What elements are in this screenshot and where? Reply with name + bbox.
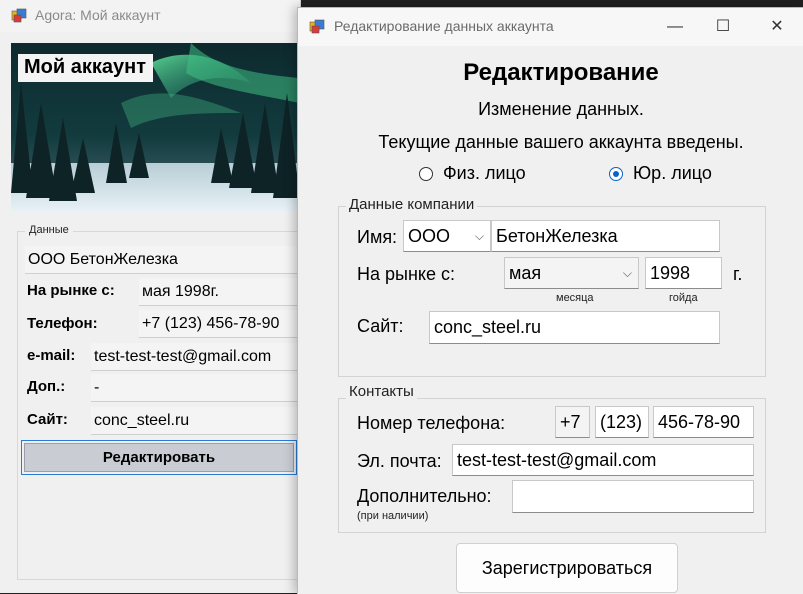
year-suffix: г.	[733, 264, 743, 284]
email-value: test-test-test@gmail.com	[91, 343, 300, 371]
phone-code-input[interactable]: (123)	[595, 406, 649, 438]
maximize-icon[interactable]: ☐	[700, 8, 746, 46]
chevron-down-icon: ⌵	[622, 266, 632, 280]
dialog-subtitle-1: Изменение данных.	[478, 99, 644, 119]
month-value: мая	[509, 263, 542, 283]
legal-entity-radio[interactable]	[609, 167, 623, 181]
legal-form-select[interactable]: ООО ⌵	[403, 220, 491, 252]
legal-form-value: ООО	[408, 226, 451, 246]
dialog-subtitle-2: Текущие данные вашего аккаунта введены.	[378, 132, 744, 152]
edit-account-dialog: Редактирование данных аккаунта — ☐ ✕ Ред…	[297, 7, 803, 594]
legal-entity-radio-label[interactable]: Юр. лицо	[633, 163, 712, 184]
dialog-heading: Редактирование	[463, 59, 659, 86]
email-label: Эл. почта:	[357, 451, 442, 471]
back-window-titlebar[interactable]: Agora: Мой аккаунт	[0, 0, 300, 32]
phone-value: +7 (123) 456-78-90	[139, 310, 300, 338]
phone-label: Номер телефона:	[357, 413, 506, 433]
individual-radio-label[interactable]: Физ. лицо	[443, 163, 526, 184]
company-name-input[interactable]: БетонЖелезка	[491, 220, 720, 252]
minimize-icon[interactable]: —	[652, 8, 698, 46]
dialog-titlebar[interactable]: Редактирование данных аккаунта — ☐ ✕	[298, 8, 803, 46]
site-label: Сайт:	[27, 411, 68, 428]
extra-info-hint: (при наличии)	[357, 510, 429, 522]
edit-button-label: Редактировать	[24, 443, 294, 472]
market-since-label: На рынке с:	[357, 264, 455, 284]
data-group-label: Данные	[25, 224, 73, 236]
month-caption: месяца	[556, 292, 594, 304]
company-name-value: ООО БетонЖелезка	[25, 246, 300, 274]
site-input[interactable]: conc_steel.ru	[429, 311, 720, 344]
site-value: conc_steel.ru	[91, 407, 300, 435]
month-select[interactable]: мая ⌵	[504, 257, 639, 289]
phone-label: Телефон:	[27, 315, 98, 332]
market-since-value: мая 1998г.	[139, 278, 300, 306]
market-since-label: На рынке с:	[27, 282, 115, 299]
chevron-down-icon: ⌵	[474, 229, 484, 243]
register-button[interactable]: Зарегистрироваться	[456, 543, 678, 593]
my-account-window: Agora: Мой аккаунт Мой аккаунт Данные ОО…	[0, 0, 301, 593]
contacts-group-title: Контакты	[346, 383, 417, 400]
extra-label: Доп.:	[27, 378, 66, 395]
year-input[interactable]: 1998	[645, 257, 722, 289]
company-group-title: Данные компании	[346, 196, 478, 213]
dialog-app-icon	[309, 19, 325, 35]
extra-value: -	[91, 374, 300, 402]
banner-title: Мой аккаунт	[18, 54, 153, 82]
individual-radio[interactable]	[419, 167, 433, 181]
site-label: Сайт:	[357, 316, 404, 336]
email-label: e-mail:	[27, 347, 76, 364]
edit-button[interactable]: Редактировать	[21, 440, 297, 475]
year-caption: гойда	[669, 292, 698, 304]
phone-country-input[interactable]: +7	[555, 406, 590, 438]
app-icon	[11, 8, 27, 24]
name-label: Имя:	[357, 227, 398, 247]
email-input[interactable]: test-test-test@gmail.com	[452, 444, 754, 476]
back-window-title: Agora: Мой аккаунт	[35, 7, 161, 23]
close-icon[interactable]: ✕	[754, 8, 800, 46]
extra-info-label: Дополнительно:	[357, 486, 492, 506]
dialog-title: Редактирование данных аккаунта	[334, 18, 554, 34]
extra-info-input[interactable]	[512, 480, 754, 513]
phone-number-input[interactable]: 456-78-90	[653, 406, 754, 438]
